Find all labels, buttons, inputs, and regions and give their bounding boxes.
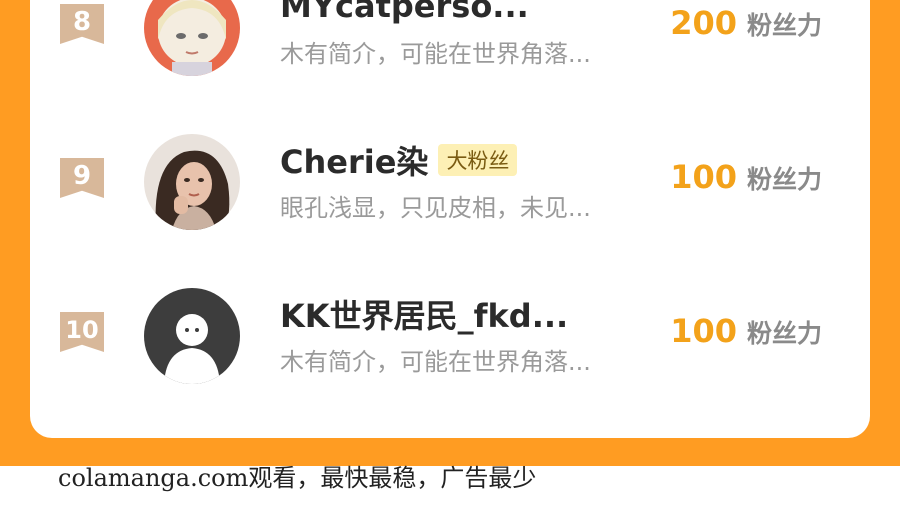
user-name[interactable]: Cherie染 xyxy=(280,137,428,183)
user-bio: 木有简介，可能在世界角落... xyxy=(280,348,591,376)
fan-power-unit: 粉丝力 xyxy=(746,11,822,40)
rank-badge: 9 xyxy=(60,158,104,198)
fan-power-value: 100 xyxy=(670,158,737,196)
fan-power: 200 粉丝力 xyxy=(670,4,822,42)
list-item[interactable]: 8 MYcatperso... 木有简介，可能在世界角落... 200 粉丝力 xyxy=(30,0,870,110)
user-bio: 眼孔浅显，只见皮相，未见... xyxy=(280,194,591,222)
watermark-text: colamanga.com观看，最快最稳，广告最少 xyxy=(58,464,537,492)
fan-power-unit: 粉丝力 xyxy=(746,319,822,348)
fan-power: 100 粉丝力 xyxy=(670,158,822,196)
rank-badge: 10 xyxy=(60,312,104,352)
ranking-card: 8 MYcatperso... 木有简介，可能在世界角落... 200 粉丝力 … xyxy=(30,0,870,438)
fan-level-badge: 大粉丝 xyxy=(438,144,518,176)
user-bio: 木有简介，可能在世界角落... xyxy=(280,40,591,68)
default-avatar-icon[interactable] xyxy=(144,288,240,384)
anime-avatar-icon[interactable] xyxy=(144,0,240,76)
list-item[interactable]: 9 Cherie染 大粉丝 眼孔浅显，只见皮相，未见... 100 粉丝力 xyxy=(30,134,870,264)
user-name[interactable]: MYcatperso... xyxy=(280,0,529,25)
rank-badge: 8 xyxy=(60,4,104,44)
fan-power-value: 100 xyxy=(670,312,737,350)
list-item[interactable]: 10 KK世界居民_fkd... 木有简介，可能在世界角落... 100 粉丝力 xyxy=(30,288,870,418)
photo-avatar-icon[interactable] xyxy=(144,134,240,230)
fan-power: 100 粉丝力 xyxy=(670,312,822,350)
fan-power-value: 200 xyxy=(670,4,737,42)
user-name[interactable]: KK世界居民_fkd... xyxy=(280,291,568,337)
fan-power-unit: 粉丝力 xyxy=(746,165,822,194)
